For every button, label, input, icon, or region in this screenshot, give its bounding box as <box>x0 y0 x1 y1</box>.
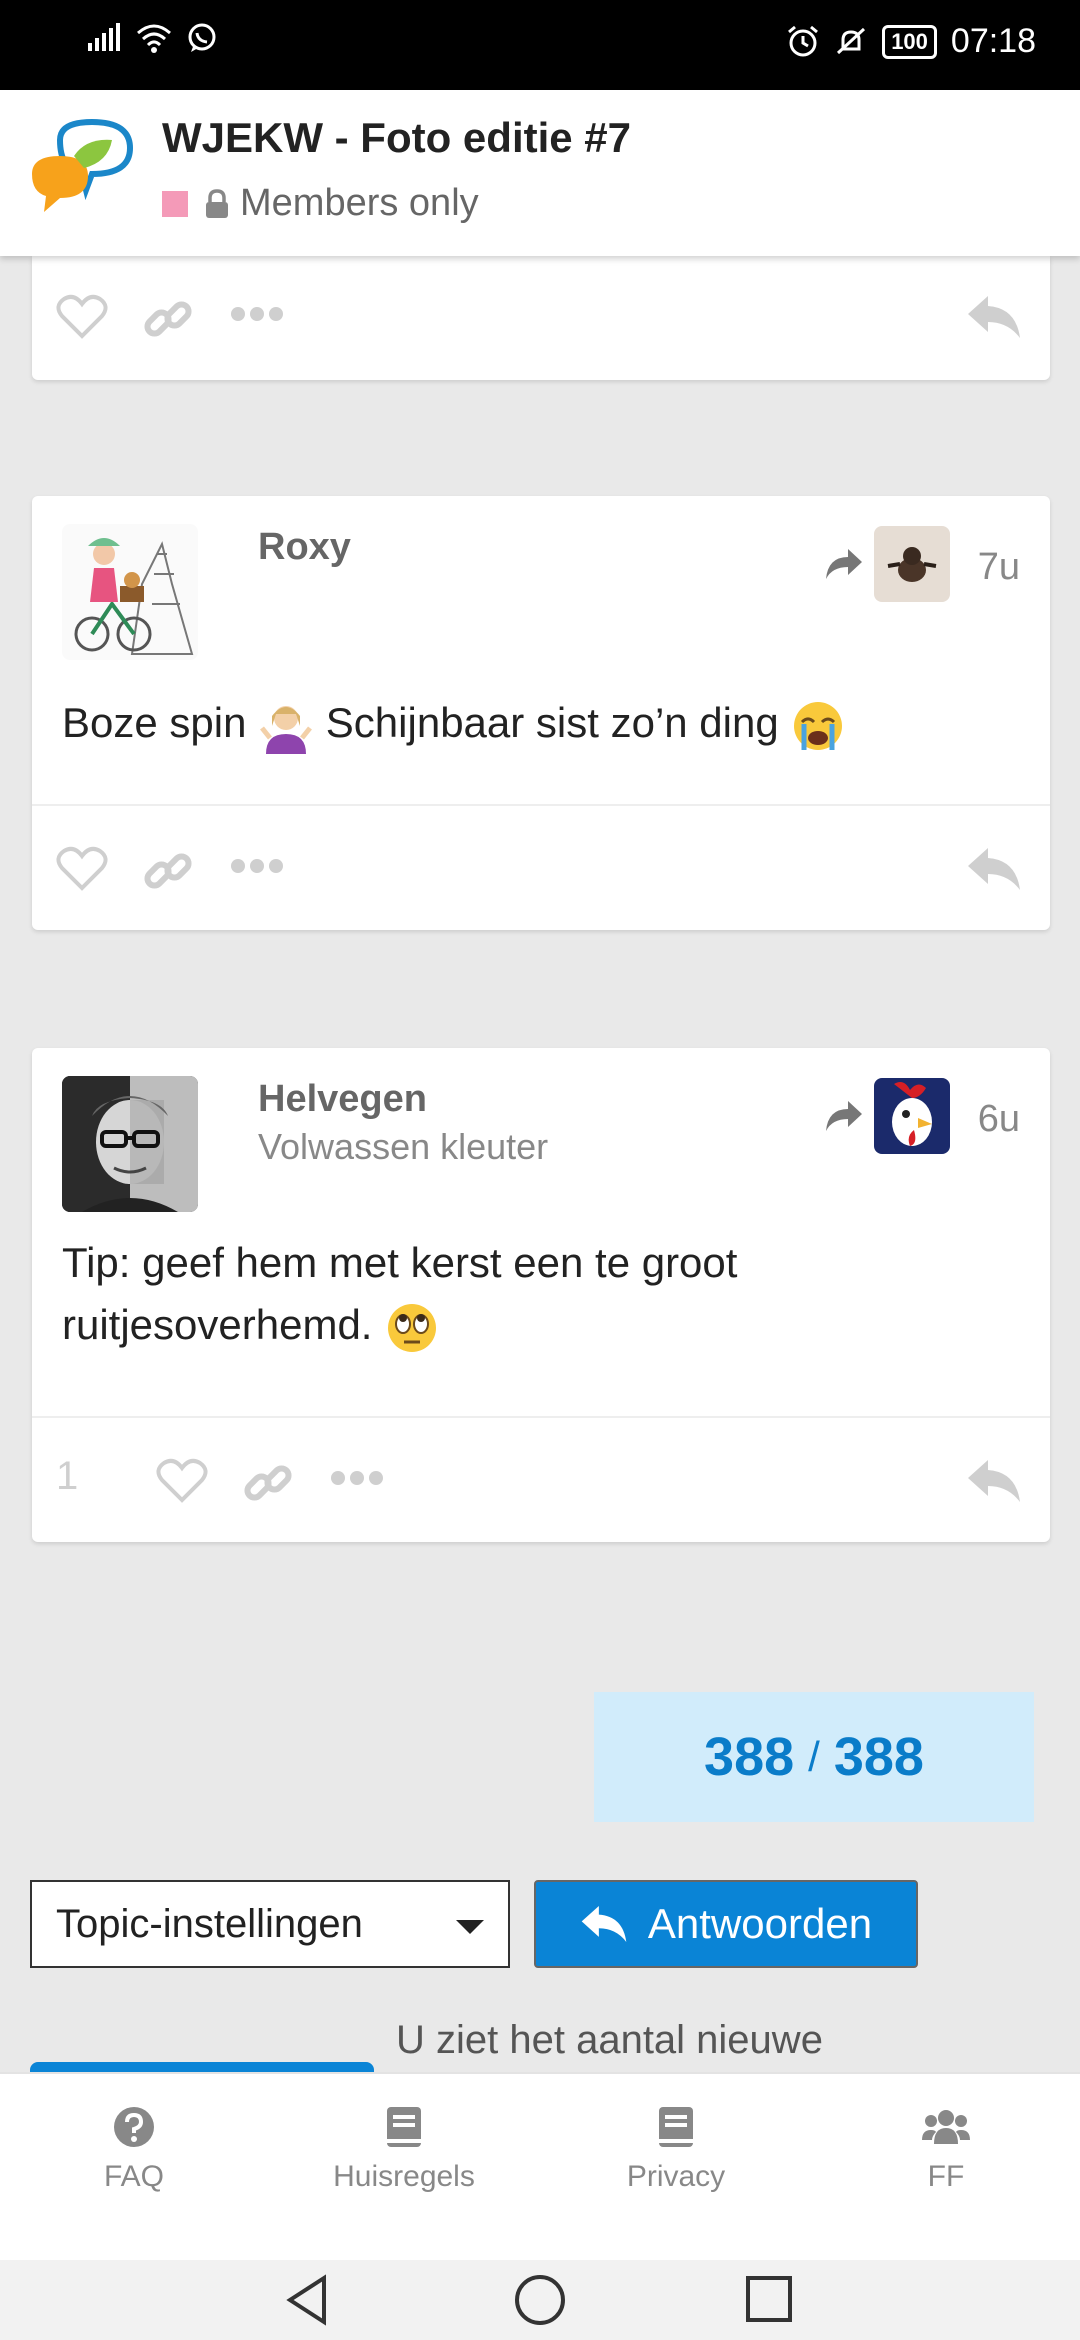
nav-label: Huisregels <box>333 2160 475 2193</box>
more-icon[interactable] <box>230 306 284 322</box>
mute-icon <box>837 27 866 54</box>
reply-to-avatar[interactable] <box>874 1078 950 1154</box>
topic-header: WJEKW - Foto editie #7 Members only <box>0 90 1080 256</box>
previous-post-actions <box>32 256 1050 380</box>
nav-faq[interactable]: FAQ <box>34 2102 234 2194</box>
link-icon[interactable] <box>142 846 194 898</box>
post-body: Boze spin Schijnbaar sist zo’n ding <box>62 692 846 754</box>
nav-label: FAQ <box>103 2160 164 2193</box>
post-age[interactable]: 7u <box>978 546 1020 589</box>
bottom-nav: FAQ Huisregels Privacy FF <box>0 2072 1080 2260</box>
link-icon[interactable] <box>242 1458 294 1510</box>
progress-total: 388 <box>833 1727 924 1787</box>
wifi-icon <box>137 24 171 53</box>
post-card: Helvegen Volwassen kleuter 6u Tip: geef … <box>32 1048 1050 1542</box>
avatar[interactable] <box>62 1076 198 1212</box>
like-count[interactable]: 1 <box>56 1454 78 1499</box>
book-icon <box>387 2107 421 2147</box>
home-icon[interactable] <box>512 2274 568 2330</box>
topic-settings-dropdown[interactable]: Topic-instellingen <box>30 1880 510 1968</box>
topic-settings-label: Topic-instellingen <box>56 1901 363 1946</box>
reply-to[interactable] <box>824 1078 950 1154</box>
nav-privacy[interactable]: Privacy <box>576 2102 776 2194</box>
lock-icon <box>206 188 228 218</box>
site-logo[interactable] <box>30 118 140 218</box>
category-badge[interactable] <box>162 190 188 217</box>
link-icon[interactable] <box>142 294 194 346</box>
topic-progress[interactable]: 388 / 388 <box>594 1692 1034 1822</box>
reply-button[interactable]: Antwoorden <box>534 1880 918 1968</box>
visibility-label: Members only <box>240 182 479 224</box>
battery-icon: 100 <box>882 24 937 59</box>
share-arrow-icon <box>826 1101 862 1131</box>
system-nav-bar <box>0 2260 1080 2340</box>
post-card: Roxy 7u Boze spin Schijnbaar sist zo’n d… <box>32 496 1050 930</box>
post-author[interactable]: Roxy <box>258 526 351 569</box>
nav-ff[interactable]: FF <box>846 2102 1046 2194</box>
avatar[interactable] <box>62 524 198 660</box>
post-author[interactable]: Helvegen <box>258 1078 427 1121</box>
reply-icon[interactable] <box>966 846 1022 892</box>
progress-separator: / <box>808 1733 820 1780</box>
reply-icon[interactable] <box>966 294 1022 340</box>
signal-icon <box>88 23 120 51</box>
recents-icon[interactable] <box>744 2274 796 2326</box>
nav-label: Privacy <box>626 2160 726 2193</box>
woman-shrugging-emoji <box>260 705 313 754</box>
reply-icon <box>581 1906 627 1942</box>
back-icon[interactable] <box>282 2274 334 2326</box>
eye-roll-emoji <box>388 1303 437 1352</box>
book-icon <box>659 2107 693 2147</box>
like-icon[interactable] <box>56 846 108 892</box>
users-icon <box>922 2110 970 2144</box>
progress-current: 388 <box>704 1727 795 1787</box>
status-bar: 100 07:18 <box>0 0 1080 90</box>
whatsapp-icon <box>188 23 216 52</box>
more-icon[interactable] <box>330 1470 384 1486</box>
caret-down-icon <box>456 1920 484 1934</box>
question-icon <box>114 2107 154 2147</box>
reply-icon[interactable] <box>966 1458 1022 1504</box>
clock: 07:18 <box>950 22 1036 60</box>
reply-button-label: Antwoorden <box>647 1900 873 1947</box>
alarm-icon <box>788 25 819 56</box>
share-arrow-icon <box>826 549 862 579</box>
page-title[interactable]: WJEKW - Foto editie #7 <box>162 114 631 162</box>
like-icon[interactable] <box>56 294 108 340</box>
more-icon[interactable] <box>230 858 284 874</box>
post-body: Tip: geef hem met kerst een te groot rui… <box>62 1232 962 1356</box>
nav-huisregels[interactable]: Huisregels <box>304 2102 504 2194</box>
post-actions <box>32 804 1050 930</box>
nav-label: FF <box>927 2160 965 2193</box>
reply-to-avatar[interactable] <box>874 526 950 602</box>
crying-face-emoji <box>794 701 843 750</box>
like-icon[interactable] <box>156 1458 208 1504</box>
post-age[interactable]: 6u <box>978 1098 1020 1141</box>
post-actions: 1 <box>32 1416 1050 1542</box>
reply-to[interactable] <box>824 526 950 602</box>
new-posts-info: U ziet het aantal nieuwe <box>396 2018 823 2062</box>
topic-meta: Members only <box>162 182 479 225</box>
user-title: Volwassen kleuter <box>258 1126 549 1167</box>
